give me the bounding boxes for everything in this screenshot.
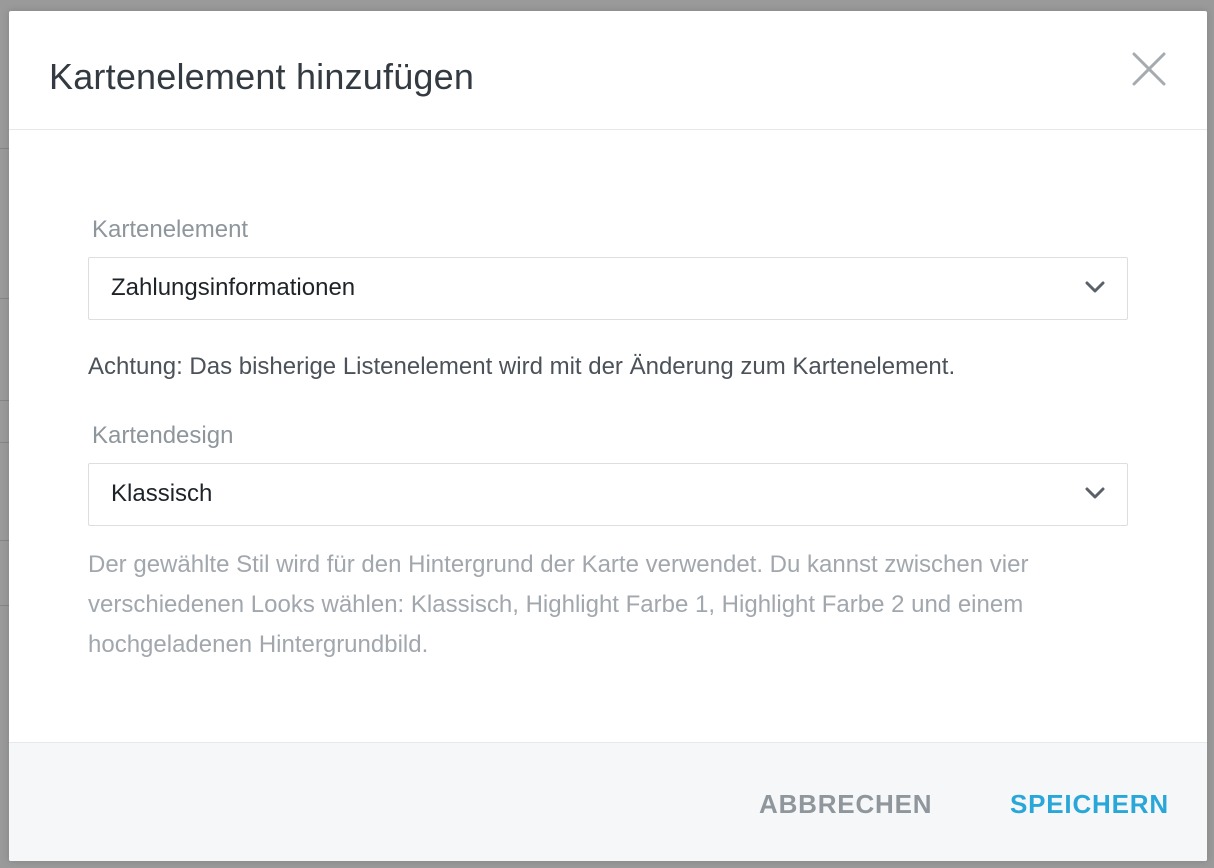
dialog-title: Kartenelement hinzufügen bbox=[49, 56, 475, 97]
card-element-label: Kartenelement bbox=[92, 216, 249, 243]
dialog-footer: ABBRECHEN SPEICHERN bbox=[9, 742, 1207, 861]
save-button[interactable]: SPEICHERN bbox=[1010, 787, 1169, 821]
close-button[interactable] bbox=[1131, 51, 1167, 87]
dialog-body: Kartenelement Zahlungsinformationen Acht… bbox=[9, 130, 1207, 742]
card-design-value: Klassisch bbox=[111, 480, 213, 507]
chevron-down-icon bbox=[1085, 281, 1105, 293]
cancel-button[interactable]: ABBRECHEN bbox=[759, 787, 932, 821]
card-element-value: Zahlungsinformationen bbox=[111, 274, 356, 301]
card-design-label: Kartendesign bbox=[92, 422, 234, 449]
chevron-down-icon bbox=[1085, 487, 1105, 499]
card-element-select[interactable]: Zahlungsinformationen bbox=[88, 257, 1128, 320]
add-card-element-dialog: Kartenelement hinzufügen Kartenelement Z… bbox=[9, 11, 1207, 861]
card-design-help-text: Der gewählte Stil wird für den Hintergru… bbox=[88, 551, 1029, 658]
dialog-header: Kartenelement hinzufügen bbox=[9, 11, 1207, 130]
close-icon bbox=[1132, 52, 1166, 86]
card-element-warning: Achtung: Das bisherige Listenelement wir… bbox=[88, 353, 956, 380]
card-design-select[interactable]: Klassisch bbox=[88, 463, 1128, 526]
